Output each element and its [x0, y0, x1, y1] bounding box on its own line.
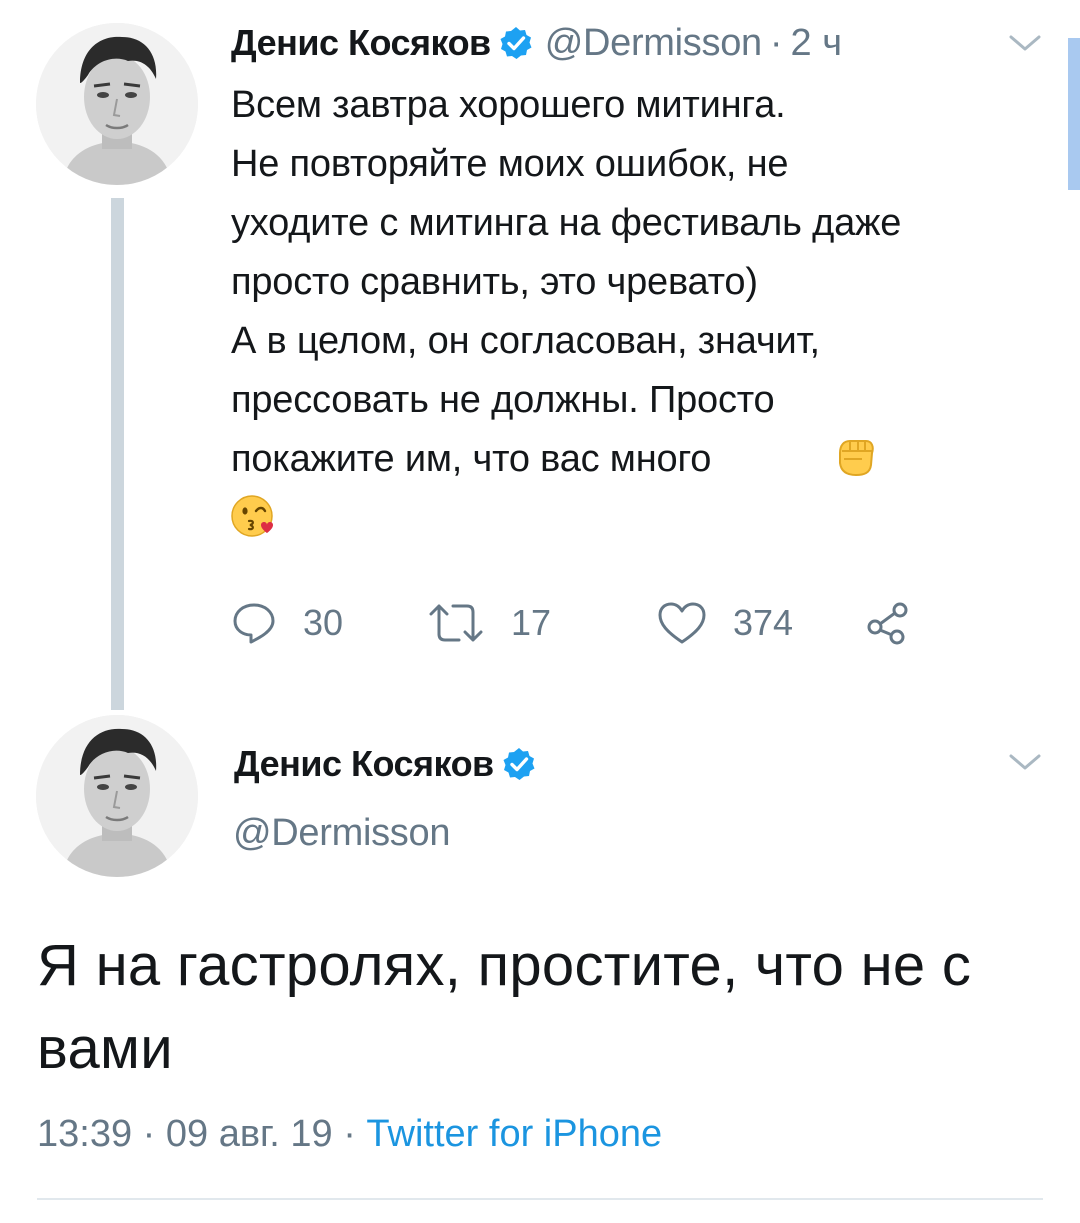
tweet-header: Денис Косяков: [234, 737, 536, 791]
separator-dot: ·: [343, 1113, 356, 1155]
scrollbar[interactable]: [1068, 38, 1080, 190]
retweet-button[interactable]: 17: [427, 593, 551, 653]
avatar[interactable]: [36, 23, 198, 185]
retweet-icon: [429, 604, 483, 642]
author-handle[interactable]: @Dermisson: [545, 22, 762, 65]
share-button[interactable]: [865, 593, 911, 653]
thread-connector-line: [111, 198, 124, 710]
verified-badge-icon: [499, 26, 533, 60]
like-button[interactable]: 374: [657, 593, 793, 653]
raised-fist-emoji: [839, 440, 874, 477]
tweet-time: 13:39: [37, 1113, 133, 1155]
chevron-down-icon[interactable]: [1008, 33, 1042, 53]
retweet-count: 17: [511, 602, 552, 643]
tweet-header: Денис Косяков @Dermisson · 2 ч: [231, 18, 842, 68]
tweet-date: 09 авг. 19: [165, 1113, 333, 1155]
tweet-source-link[interactable]: Twitter for iPhone: [366, 1113, 662, 1155]
reply-count: 30: [303, 602, 344, 643]
separator-dot: ·: [142, 1113, 156, 1155]
separator-dot: ·: [769, 21, 783, 64]
chevron-down-icon[interactable]: [1008, 752, 1042, 772]
reply-icon: [233, 603, 275, 644]
author-handle[interactable]: @Dermisson: [233, 812, 450, 855]
verified-badge-icon: [502, 747, 536, 781]
tweet-text: Я на гастролях, простите, что не с вами: [37, 933, 972, 1081]
like-count: 374: [733, 602, 794, 643]
share-icon: [867, 602, 908, 645]
reply-button[interactable]: 30: [231, 593, 343, 653]
tweet-text: Всем завтра хорошего митинга. Не повторя…: [231, 84, 902, 480]
heart-icon: [658, 602, 706, 644]
kiss-emoji: [231, 495, 273, 537]
tweet-actions: 30 17 374: [231, 593, 951, 653]
author-name[interactable]: Денис Косяков: [234, 743, 494, 785]
author-name[interactable]: Денис Косяков: [231, 22, 491, 64]
divider: [37, 1198, 1043, 1200]
avatar[interactable]: [36, 715, 198, 877]
tweet-meta: 13:39 · 09 авг. 19 · Twitter for iPhone: [37, 1113, 662, 1156]
tweet-time[interactable]: 2 ч: [791, 22, 843, 65]
